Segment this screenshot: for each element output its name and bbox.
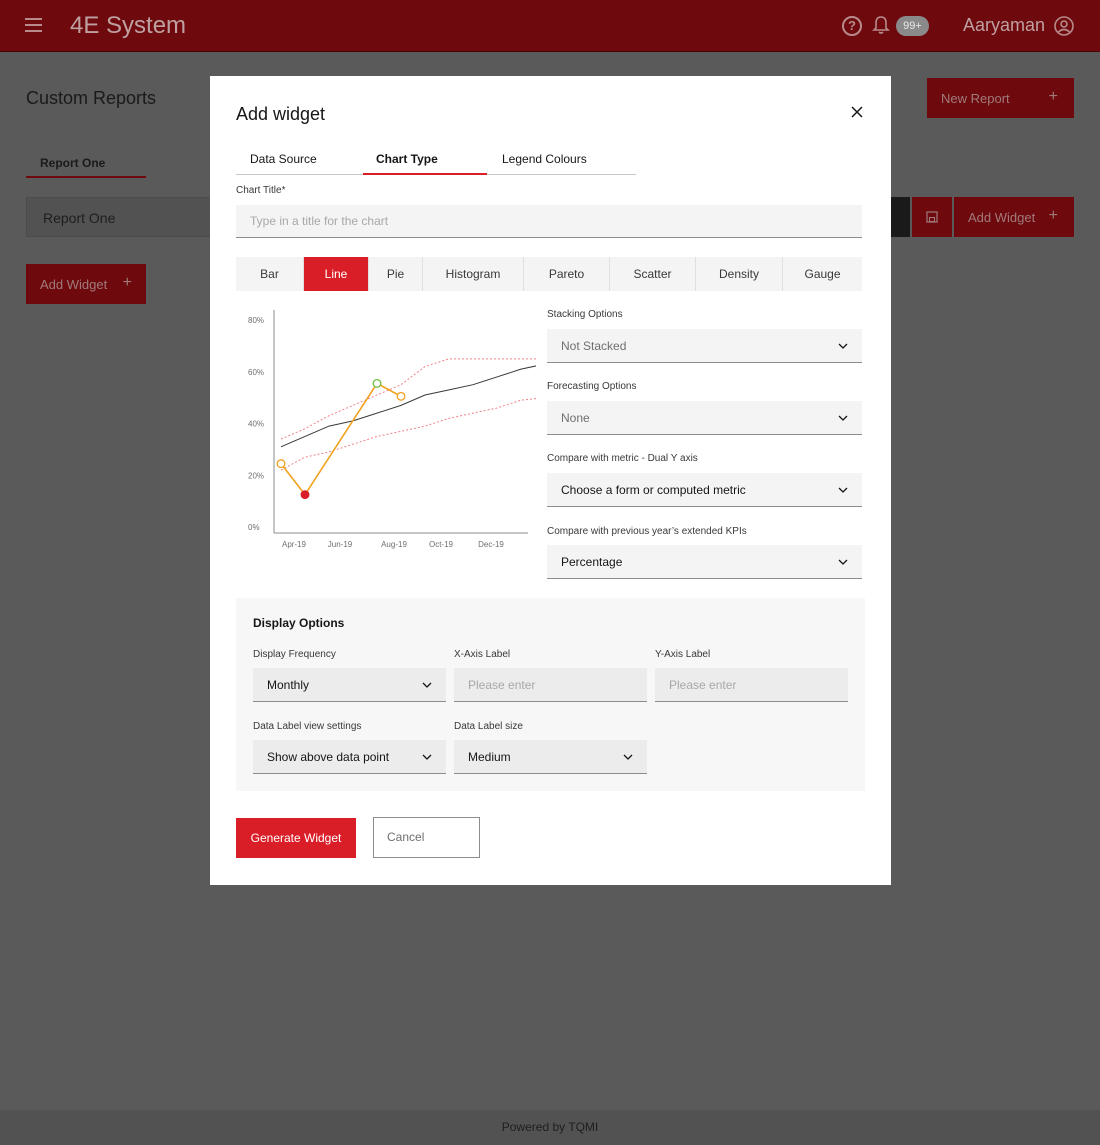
tab-data-source[interactable]: Data Source — [236, 148, 363, 175]
add-widget-top-label: Add Widget — [968, 210, 1036, 225]
x-tick-label: Dec-19 — [478, 540, 504, 549]
add-widget-label: Add Widget — [40, 277, 108, 292]
forecasting-options-value: None — [561, 411, 590, 425]
cancel-button[interactable]: Cancel — [373, 817, 480, 858]
chevron-down-icon — [422, 754, 432, 760]
display-frequency-select[interactable]: Monthly — [253, 668, 446, 702]
add-widget-top-button[interactable]: Add Widget + — [954, 197, 1074, 237]
chart-title-input[interactable] — [236, 205, 862, 238]
bell-icon[interactable] — [872, 15, 890, 35]
x-tick-label: Aug-19 — [381, 540, 407, 549]
stacking-options-select[interactable]: Not Stacked — [547, 329, 862, 363]
data-label-view-value: Show above data point — [267, 750, 390, 764]
y-axis-label-input[interactable] — [655, 668, 848, 702]
data-point-marker — [276, 459, 286, 469]
y-tick-label: 20% — [248, 471, 264, 480]
add-widget-button[interactable]: Add Widget + — [26, 264, 146, 304]
compare-metric-value: Choose a form or computed metric — [561, 483, 746, 497]
x-axis-label-input[interactable] — [454, 668, 647, 702]
user-avatar-icon[interactable] — [1054, 16, 1074, 36]
tab-chart-type[interactable]: Chart Type — [363, 148, 487, 175]
save-icon — [926, 211, 938, 223]
footer: Powered by TQMI — [0, 1110, 1100, 1145]
chart-type-pareto[interactable]: Pareto — [524, 257, 610, 291]
data-point-marker — [396, 391, 406, 401]
generate-widget-button[interactable]: Generate Widget — [236, 818, 356, 858]
forecasting-options-select[interactable]: None — [547, 401, 862, 435]
stacking-options-value: Not Stacked — [561, 339, 627, 353]
top-nav-bar: 4E System ? 99+ Aaryaman — [0, 0, 1100, 52]
data-label-size-select[interactable]: Medium — [454, 740, 647, 774]
y-tick-label: 80% — [248, 316, 264, 325]
chart-type-scatter[interactable]: Scatter — [610, 257, 696, 291]
chart-type-pie[interactable]: Pie — [369, 257, 423, 291]
chart-type-gauge[interactable]: Gauge — [783, 257, 862, 291]
display-options-title: Display Options — [253, 616, 345, 630]
data-label-view-select[interactable]: Show above data point — [253, 740, 446, 774]
chart-type-bar[interactable]: Bar — [236, 257, 304, 291]
compare-kpi-select[interactable]: Percentage — [547, 545, 862, 579]
chart-type-selector: Bar Line Pie Histogram Pareto Scatter De… — [236, 257, 862, 291]
stacking-options-label: Stacking Options — [547, 309, 623, 320]
close-icon[interactable] — [851, 106, 863, 118]
y-tick-label: 0% — [248, 523, 260, 532]
chart-title-label: Chart Title* — [236, 185, 286, 196]
series-upper-band — [280, 358, 536, 440]
compare-kpi-label: Compare with previous year’s extended KP… — [547, 526, 747, 537]
data-label-size-value: Medium — [468, 750, 511, 764]
plus-icon: + — [1048, 207, 1058, 224]
report-name-field[interactable]: Report One — [26, 197, 226, 237]
notification-badge[interactable]: 99+ — [896, 16, 929, 36]
x-axis-label-caption: X-Axis Label — [454, 649, 511, 660]
plus-icon: + — [1048, 88, 1058, 105]
display-frequency-value: Monthly — [267, 678, 310, 692]
display-options-panel: Display Options Display Frequency Monthl… — [236, 598, 865, 791]
save-button[interactable] — [912, 197, 952, 237]
series-trend — [280, 365, 536, 448]
user-name[interactable]: Aaryaman — [963, 15, 1045, 36]
y-axis-label-caption: Y-Axis Label — [655, 649, 711, 660]
new-report-button[interactable]: New Report + — [927, 78, 1074, 118]
compare-metric-label: Compare with metric - Dual Y axis — [547, 453, 698, 464]
display-frequency-label: Display Frequency — [253, 649, 336, 660]
chart-preview: 80% 60% 40% 20% 0% Apr-19 Jun-19 Aug-19 Oct-19 De… — [248, 310, 536, 549]
data-point-marker — [372, 378, 382, 388]
chart-type-line[interactable]: Line — [304, 257, 369, 291]
data-point-marker — [300, 490, 310, 500]
series-lower-band — [280, 398, 536, 471]
page-title: Custom Reports — [26, 88, 157, 108]
chart-type-histogram[interactable]: Histogram — [423, 257, 524, 291]
help-icon[interactable]: ? — [842, 16, 862, 36]
new-report-label: New Report — [941, 91, 1010, 106]
compare-kpi-value: Percentage — [561, 555, 623, 569]
tab-report-one[interactable]: Report One — [26, 148, 146, 178]
plus-icon: + — [122, 274, 132, 291]
app-title: 4E System — [70, 12, 187, 39]
compare-metric-select[interactable]: Choose a form or computed metric — [547, 473, 862, 507]
modal-tabs: Data Source Chart Type Legend Colours — [236, 148, 636, 175]
data-label-view-label: Data Label view settings — [253, 721, 362, 732]
chevron-down-icon — [623, 754, 633, 760]
add-widget-modal: Add widget Data Source Chart Type Legend… — [210, 76, 891, 885]
y-tick-label: 60% — [248, 368, 264, 377]
x-tick-label: Jun-19 — [328, 540, 353, 549]
x-tick-label: Apr-19 — [282, 540, 307, 549]
modal-title: Add widget — [236, 104, 326, 124]
forecasting-options-label: Forecasting Options — [547, 381, 637, 392]
chevron-down-icon — [838, 343, 848, 349]
y-tick-label: 40% — [248, 420, 264, 429]
chevron-down-icon — [838, 559, 848, 565]
chevron-down-icon — [422, 682, 432, 688]
x-tick-label: Oct-19 — [429, 540, 454, 549]
chevron-down-icon — [838, 487, 848, 493]
data-label-size-label: Data Label size — [454, 721, 523, 732]
chevron-down-icon — [838, 415, 848, 421]
chart-type-density[interactable]: Density — [696, 257, 783, 291]
menu-icon[interactable] — [25, 18, 42, 32]
tab-legend-colours[interactable]: Legend Colours — [487, 148, 636, 175]
